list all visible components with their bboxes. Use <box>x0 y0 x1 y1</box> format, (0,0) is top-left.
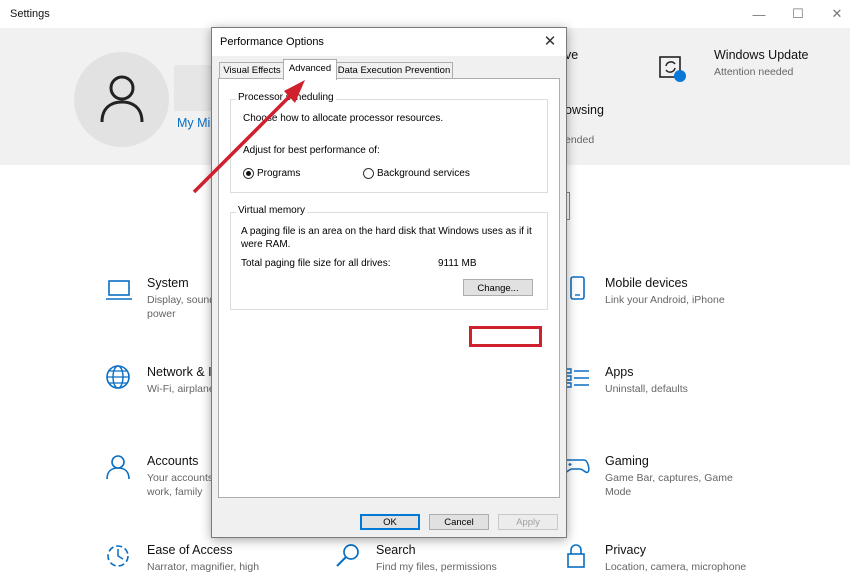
processor-description: Choose how to allocate processor resourc… <box>243 113 444 124</box>
tile-title: Ease of Access <box>147 543 233 557</box>
adjust-performance-label: Adjust for best performance of: <box>243 145 380 156</box>
tab-data-execution-prevention[interactable]: Data Execution Prevention <box>335 62 453 79</box>
tile-title: Network & In <box>147 365 219 379</box>
tile-subtitle: Game Bar, captures, Game Mode <box>605 472 733 498</box>
background-services-radio[interactable] <box>363 168 374 179</box>
phone-icon <box>570 276 585 300</box>
ok-button[interactable]: OK <box>360 514 420 530</box>
tile-subtitle: Location, camera, microphone <box>605 561 747 573</box>
tile-title: Privacy <box>605 543 646 557</box>
settings-titlebar: Settings — ☐ ✕ <box>0 0 850 28</box>
user-name-placeholder <box>174 65 214 111</box>
lock-icon <box>567 544 585 568</box>
windows-update-icon <box>658 54 688 87</box>
virtual-memory-label: Virtual memory <box>236 205 308 216</box>
performance-options-dialog: Performance Options ✕ Visual Effects Adv… <box>211 27 567 538</box>
globe-icon <box>106 365 130 389</box>
total-paging-file-label: Total paging file size for all drives: <box>241 258 391 269</box>
close-icon[interactable]: ✕ <box>822 4 850 24</box>
tile-subtitle: Uninstall, defaults <box>605 383 688 395</box>
search-icon <box>336 544 359 567</box>
apply-button[interactable]: Apply <box>498 514 558 530</box>
dialog-title: Performance Options <box>220 36 324 48</box>
tab-visual-effects[interactable]: Visual Effects <box>219 62 285 79</box>
tile-subtitle: Narrator, magnifier, high <box>147 561 260 573</box>
tile-subtitle: Link your Android, iPhone <box>605 294 725 306</box>
maximize-icon[interactable]: ☐ <box>783 4 813 24</box>
dialog-titlebar[interactable]: Performance Options ✕ <box>212 28 566 56</box>
apps-list-icon <box>565 368 589 388</box>
tab-advanced[interactable]: Advanced <box>283 59 337 80</box>
windows-update-status: Attention needed <box>714 66 794 78</box>
virtual-memory-group: Virtual memory A paging file is an area … <box>230 205 548 310</box>
tile-title: Search <box>376 543 416 557</box>
change-button-highlight <box>469 326 542 347</box>
account-link[interactable]: My Mi <box>177 116 210 130</box>
ease-of-access-icon <box>107 545 129 567</box>
avatar[interactable] <box>74 52 169 147</box>
total-paging-file-value: 9111 MB <box>438 258 477 269</box>
user-avatar-icon <box>100 75 144 123</box>
processor-scheduling-label: Processor scheduling <box>236 92 336 103</box>
minimize-icon[interactable]: — <box>744 4 774 24</box>
tile-title: Apps <box>605 365 634 379</box>
programs-radio-label[interactable]: Programs <box>257 168 300 179</box>
cancel-button[interactable]: Cancel <box>429 514 489 530</box>
app-title: Settings <box>10 8 50 20</box>
processor-scheduling-group: Processor scheduling Choose how to alloc… <box>230 92 548 193</box>
background-services-radio-label[interactable]: Background services <box>377 168 470 179</box>
person-icon <box>106 455 130 480</box>
tile-title: System <box>147 276 189 290</box>
gamepad-icon <box>563 459 590 474</box>
hero-item-title[interactable]: owsing <box>565 103 604 117</box>
virtual-memory-description-line1: A paging file is an area on the hard dis… <box>241 226 532 237</box>
hero-item-subtitle: ended <box>565 134 595 146</box>
change-virtual-memory-button[interactable]: Change... <box>463 279 533 296</box>
dialog-close-icon[interactable]: ✕ <box>538 31 562 53</box>
advanced-tab-panel: Processor scheduling Choose how to alloc… <box>218 78 560 498</box>
laptop-icon <box>106 280 132 300</box>
tile-title: Accounts <box>147 454 199 468</box>
tile-subtitle: Find my files, permissions <box>376 561 497 573</box>
tile-title: Gaming <box>605 454 649 468</box>
virtual-memory-description-line2: were RAM. <box>241 239 291 250</box>
programs-radio[interactable] <box>243 168 254 179</box>
tile-title: Mobile devices <box>605 276 688 290</box>
windows-update-title[interactable]: Windows Update <box>714 48 809 62</box>
